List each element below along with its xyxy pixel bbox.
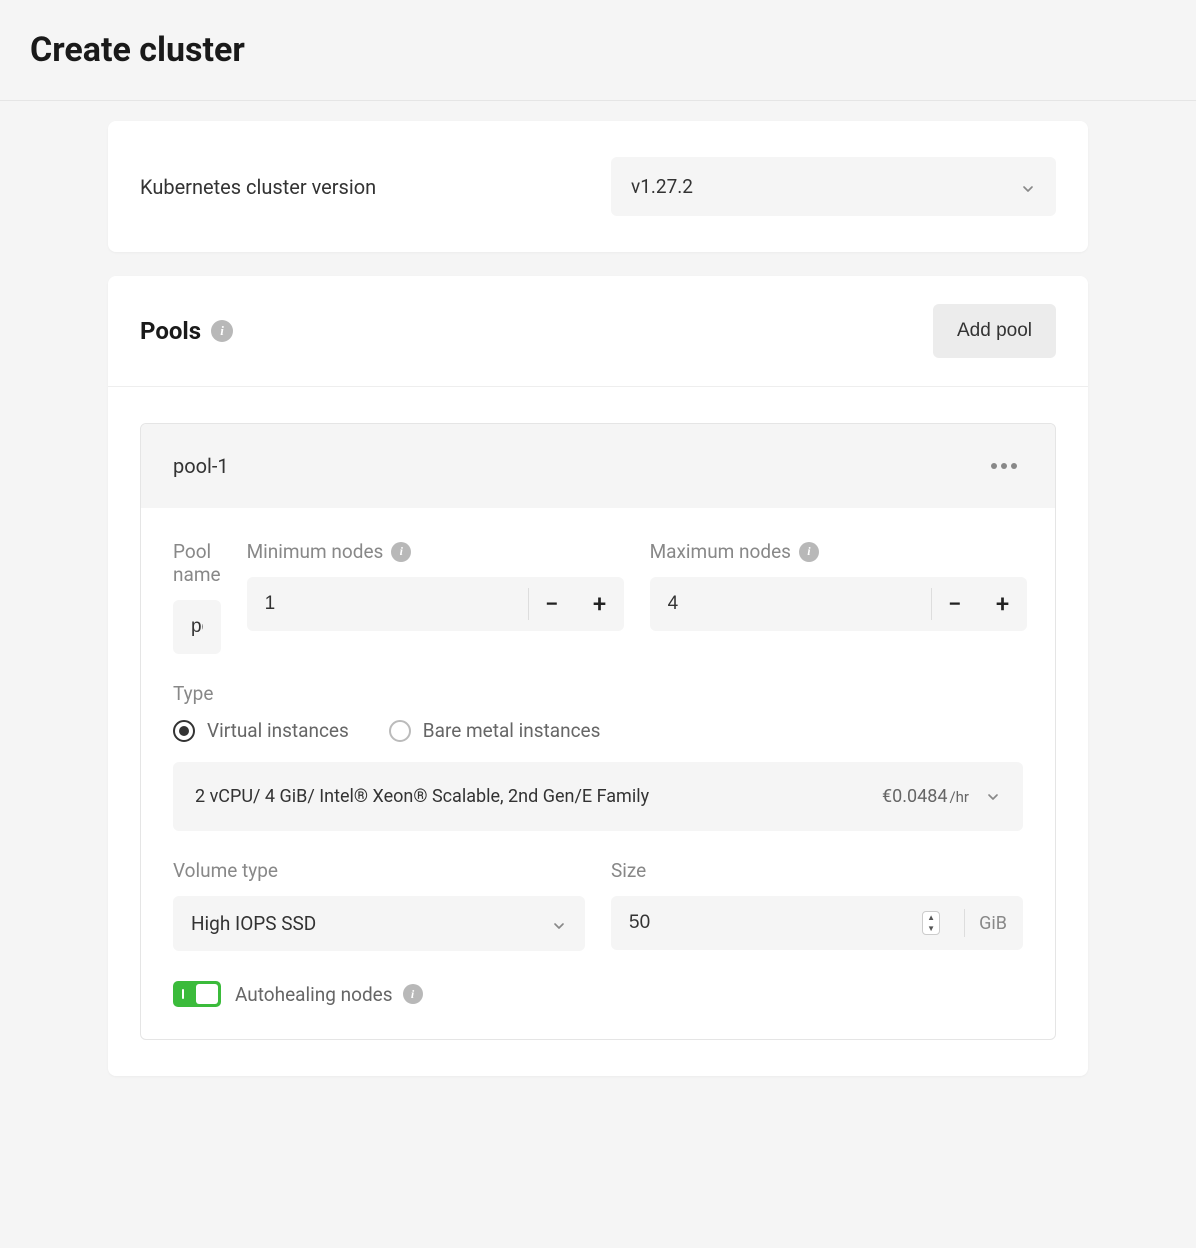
pool-box: pool-1 Pool name [140, 423, 1056, 1040]
autohealing-toggle[interactable] [173, 981, 221, 1007]
volume-type-value: High IOPS SSD [191, 912, 316, 935]
type-radio-group: Virtual instances Bare metal instances [173, 719, 1023, 742]
min-nodes-input[interactable] [247, 577, 528, 631]
pool-box-header: pool-1 [141, 424, 1055, 508]
autohealing-row: Autohealing nodes i [173, 981, 1023, 1007]
type-radio-bare-metal-label: Bare metal instances [423, 719, 601, 742]
pool-body: pool-1 Pool name [108, 387, 1088, 1076]
instance-selector[interactable]: 2 vCPU/ 4 GiB/ Intel® Xeon® Scalable, 2n… [173, 762, 1023, 831]
page-header: Create cluster [0, 0, 1196, 101]
toggle-knob [196, 984, 218, 1004]
instance-price-wrap: €0.0484/hr [882, 786, 1001, 807]
min-nodes-group: Minimum nodes i − + [247, 540, 624, 654]
pool-form: Pool name Minimum nodes i − + [141, 508, 1055, 1039]
version-card: Kubernetes cluster version v1.27.2 [108, 121, 1088, 252]
autohealing-label: Autohealing nodes i [235, 983, 423, 1006]
size-group: Size ▲ ▼ GiB [611, 859, 1023, 951]
pools-title: Pools i [140, 317, 233, 345]
min-nodes-minus-button[interactable]: − [528, 577, 576, 631]
pools-title-text: Pools [140, 317, 201, 345]
size-input[interactable] [611, 896, 922, 950]
size-label: Size [611, 859, 1023, 882]
pools-card: Pools i Add pool pool-1 [108, 276, 1088, 1076]
volume-type-select[interactable]: High IOPS SSD [173, 896, 585, 951]
info-icon[interactable]: i [403, 984, 423, 1004]
more-options-button[interactable] [985, 457, 1023, 475]
info-icon[interactable]: i [391, 542, 411, 562]
radio-icon [389, 720, 411, 742]
max-nodes-plus-button[interactable]: + [979, 577, 1027, 631]
version-label: Kubernetes cluster version [140, 175, 376, 199]
page-title: Create cluster [30, 30, 1166, 70]
version-select[interactable]: v1.27.2 [611, 157, 1056, 216]
min-nodes-stepper: − + [247, 577, 624, 631]
pool-name-group: Pool name [173, 540, 221, 654]
volume-type-label: Volume type [173, 859, 585, 882]
max-nodes-input[interactable] [650, 577, 931, 631]
type-radio-bare-metal[interactable]: Bare metal instances [389, 719, 601, 742]
info-icon[interactable]: i [799, 542, 819, 562]
instance-price: €0.0484/hr [882, 786, 969, 807]
spinner-up-icon[interactable]: ▲ [923, 912, 939, 923]
max-nodes-minus-button[interactable]: − [931, 577, 979, 631]
size-input-wrap: ▲ ▼ GiB [611, 896, 1023, 950]
pools-header: Pools i Add pool [108, 276, 1088, 387]
form-row-basic: Pool name Minimum nodes i − + [173, 540, 1023, 654]
toggle-on-mark-icon [182, 989, 184, 999]
size-unit: GiB [979, 913, 1007, 934]
max-nodes-stepper: − + [650, 577, 1027, 631]
divider [964, 909, 965, 937]
content-area: Kubernetes cluster version v1.27.2 Pools… [108, 101, 1088, 1120]
version-select-value: v1.27.2 [631, 175, 693, 198]
radio-icon [173, 720, 195, 742]
spinner-down-icon[interactable]: ▼ [923, 923, 939, 934]
pool-name-label: Pool name [173, 540, 221, 586]
size-spinner: ▲ ▼ [922, 911, 940, 935]
dots-icon [991, 463, 997, 469]
chevron-down-icon [1020, 179, 1036, 195]
volume-type-group: Volume type High IOPS SSD [173, 859, 585, 951]
info-icon[interactable]: i [211, 320, 233, 342]
max-nodes-label: Maximum nodes i [650, 540, 1027, 563]
add-pool-button[interactable]: Add pool [933, 304, 1056, 358]
chevron-down-icon [551, 916, 567, 932]
type-radio-virtual-label: Virtual instances [207, 719, 349, 742]
pool-box-title: pool-1 [173, 454, 229, 478]
type-radio-virtual[interactable]: Virtual instances [173, 719, 349, 742]
chevron-down-icon [985, 789, 1001, 805]
instance-spec: 2 vCPU/ 4 GiB/ Intel® Xeon® Scalable, 2n… [195, 786, 649, 807]
volume-row: Volume type High IOPS SSD Size [173, 859, 1023, 951]
max-nodes-group: Maximum nodes i − + [650, 540, 1027, 654]
type-label: Type [173, 682, 1023, 705]
min-nodes-plus-button[interactable]: + [576, 577, 624, 631]
pool-name-input[interactable] [173, 600, 221, 654]
type-section: Type Virtual instances Bare metal instan… [173, 682, 1023, 742]
min-nodes-label: Minimum nodes i [247, 540, 624, 563]
